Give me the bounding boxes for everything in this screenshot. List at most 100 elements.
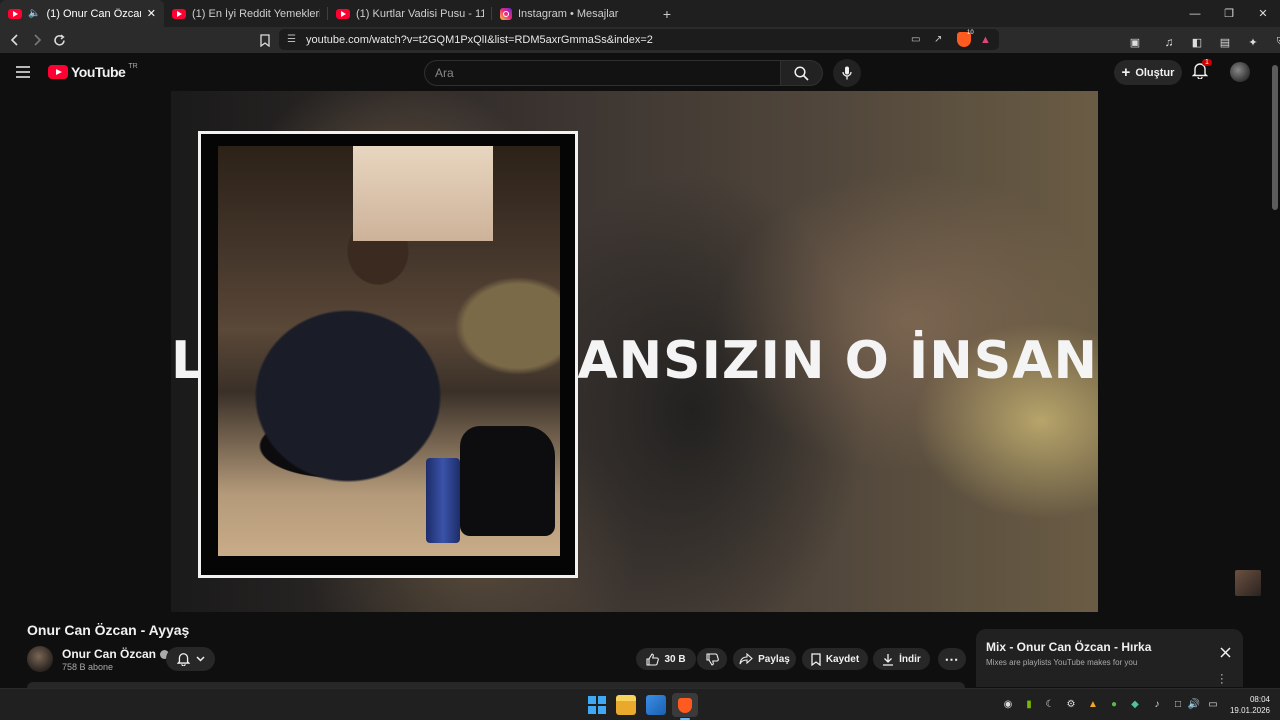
start-icon[interactable]	[587, 695, 607, 715]
youtube-logo[interactable]: YouTube TR	[48, 62, 138, 80]
microphone-tray-icon[interactable]: ♪	[1150, 697, 1164, 711]
tray-app-icon-2[interactable]: ☾	[1043, 697, 1057, 711]
reload-icon[interactable]	[48, 29, 70, 51]
thumbs-down-icon	[705, 652, 719, 666]
tab-label: Instagram • Mesajlar	[518, 7, 619, 20]
volume-icon[interactable]: 🔊	[1187, 697, 1201, 711]
cast-icon[interactable]: ▭	[911, 34, 920, 45]
restore-icon[interactable]: ❐	[1212, 0, 1246, 27]
share-page-icon[interactable]: ↗	[934, 34, 942, 45]
share-button[interactable]: Paylaş	[733, 648, 796, 670]
mix-title[interactable]: Mix - Onur Can Özcan - Hırka	[986, 640, 1151, 654]
minimize-icon[interactable]: —	[1178, 0, 1212, 27]
voice-search-button[interactable]	[833, 59, 861, 87]
mix-subtitle: Mixes are playlists YouTube makes for yo…	[986, 658, 1138, 667]
site-settings-icon[interactable]: ☰	[287, 34, 296, 45]
close-tab-icon[interactable]: ✕	[147, 7, 156, 20]
back-icon[interactable]	[4, 29, 26, 51]
video-title: Onur Can Özcan - Ayyaş	[27, 622, 190, 638]
battery-icon[interactable]: ▭	[1204, 697, 1222, 711]
wallet-icon[interactable]: ▤	[1214, 31, 1236, 53]
close-mix-button[interactable]	[1216, 643, 1234, 661]
new-tab-button[interactable]: +	[656, 0, 678, 27]
tab-label: (1) Kurtlar Vadisi Pusu - 112. Bölüm F	[356, 7, 484, 20]
forward-icon[interactable]	[26, 29, 48, 51]
like-count: 30 B	[664, 653, 686, 665]
vpn-icon[interactable]: ⛨	[1270, 31, 1280, 53]
media-icon[interactable]: ♫	[1158, 31, 1180, 53]
subscription-bell-button[interactable]	[166, 647, 215, 671]
download-button[interactable]: İndir	[873, 648, 930, 670]
account-avatar[interactable]	[1230, 62, 1250, 82]
tab-instagram[interactable]: Instagram • Mesajlar	[492, 0, 656, 27]
page-scrollbar[interactable]	[1270, 53, 1280, 684]
search-input[interactable]: Ara	[424, 60, 781, 86]
search-button[interactable]	[781, 60, 823, 86]
dislike-button[interactable]	[697, 648, 727, 670]
leo-ai-icon[interactable]: ✦	[1242, 31, 1264, 53]
channel-watermark[interactable]	[1235, 570, 1261, 596]
guitarist-photo	[218, 146, 560, 556]
video-player[interactable]: L AGELİR ANSIZIN O İNSAN	[0, 91, 1270, 612]
search-icon	[794, 65, 809, 81]
channel-name-row[interactable]: Onur Can Özcan	[62, 647, 170, 661]
more-horizontal-icon: ⋯	[944, 650, 960, 667]
tray-app-icon-4[interactable]: ▲	[1086, 697, 1100, 711]
tray-app-icon-5[interactable]: ●	[1107, 697, 1121, 711]
channel-avatar[interactable]	[27, 646, 53, 672]
mix-playlist-panel: Mix - Onur Can Özcan - Hırka Mixes are p…	[976, 629, 1243, 689]
tray-app-icon-3[interactable]: ⚙	[1064, 697, 1078, 711]
photos-icon[interactable]	[646, 695, 666, 715]
youtube-header: YouTube TR Ara + Oluştur 1	[0, 53, 1280, 91]
file-explorer-icon[interactable]	[616, 695, 636, 715]
save-label: Kaydet	[825, 653, 860, 665]
shield-count-badge: 10	[967, 30, 974, 36]
thumbs-up-icon	[646, 652, 660, 666]
tray-app-icon-6[interactable]: ◆	[1128, 697, 1142, 711]
lamp-light	[353, 146, 493, 241]
mix-more-icon[interactable]: · · ·	[1220, 670, 1224, 689]
window-controls: — ❐ ✕	[1178, 0, 1280, 27]
tab-label: (1) Onur Can Özcan - Ayyaş	[46, 7, 140, 20]
instagram-icon	[500, 7, 512, 20]
save-button[interactable]: Kaydet	[802, 648, 868, 670]
bell-icon	[176, 653, 190, 666]
speaker-icon[interactable]: 🔈	[28, 8, 40, 19]
close-window-icon[interactable]: ✕	[1246, 0, 1280, 27]
tab-label: (1) En İyi Reddit Yemekleri? #Seçiyor	[192, 7, 320, 20]
system-clock[interactable]: 08:04 19.01.2026	[1228, 694, 1270, 716]
network-icon[interactable]: □	[1171, 697, 1185, 711]
bookmark-icon	[811, 652, 821, 666]
subscriber-count: 758 B abone	[62, 662, 114, 672]
scrollbar-thumb[interactable]	[1272, 65, 1278, 210]
tab-reddit-yemekleri[interactable]: (1) En İyi Reddit Yemekleri? #Seçiyor	[164, 0, 328, 27]
like-button[interactable]: 30 B	[636, 648, 696, 670]
close-icon	[1219, 646, 1231, 658]
plus-icon: +	[1121, 63, 1131, 81]
video-frame[interactable]: L AGELİR ANSIZIN O İNSAN	[171, 91, 1098, 612]
tray-app-icon-1[interactable]: ◉	[1001, 697, 1015, 711]
download-icon	[883, 653, 894, 666]
tab-onur-can-ozcan[interactable]: 🔈 (1) Onur Can Özcan - Ayyaş ✕	[0, 0, 164, 27]
url-field[interactable]: ☰ youtube.com/watch?v=t2GQM1PxQlI&list=R…	[279, 29, 999, 50]
more-actions-button[interactable]: ⋯	[938, 648, 966, 670]
youtube-icon	[336, 8, 350, 19]
browser-tab-bar: 🔈 (1) Onur Can Özcan - Ayyaş ✕ (1) En İy…	[0, 0, 1280, 27]
region-code: TR	[128, 62, 138, 70]
windows-taskbar: ◉ ▮ ☾ ⚙ ▲ ● ◆ ♪ □ 🔊 ▭ 08:04 19.01.2026	[0, 688, 1280, 720]
screenshot-icon[interactable]: ▣	[1124, 31, 1146, 53]
brave-rewards-icon[interactable]: ▲	[980, 34, 991, 46]
youtube-icon	[8, 8, 22, 19]
tab-kurtlar-vadisi[interactable]: (1) Kurtlar Vadisi Pusu - 112. Bölüm F	[328, 0, 492, 27]
bookmark-icon[interactable]	[254, 29, 276, 51]
clock-time: 08:04	[1249, 695, 1270, 704]
black-bag	[460, 426, 555, 536]
create-button[interactable]: + Oluştur	[1114, 60, 1182, 85]
brave-browser-icon[interactable]	[672, 693, 698, 717]
nvidia-icon[interactable]: ▮	[1022, 697, 1036, 711]
channel-name[interactable]: Onur Can Özcan	[62, 647, 156, 661]
hamburger-menu-icon[interactable]	[16, 65, 30, 83]
youtube-play-logo-icon	[48, 65, 68, 79]
notifications-button[interactable]: 1	[1191, 59, 1212, 82]
sidebar-icon[interactable]: ◧	[1186, 31, 1208, 53]
